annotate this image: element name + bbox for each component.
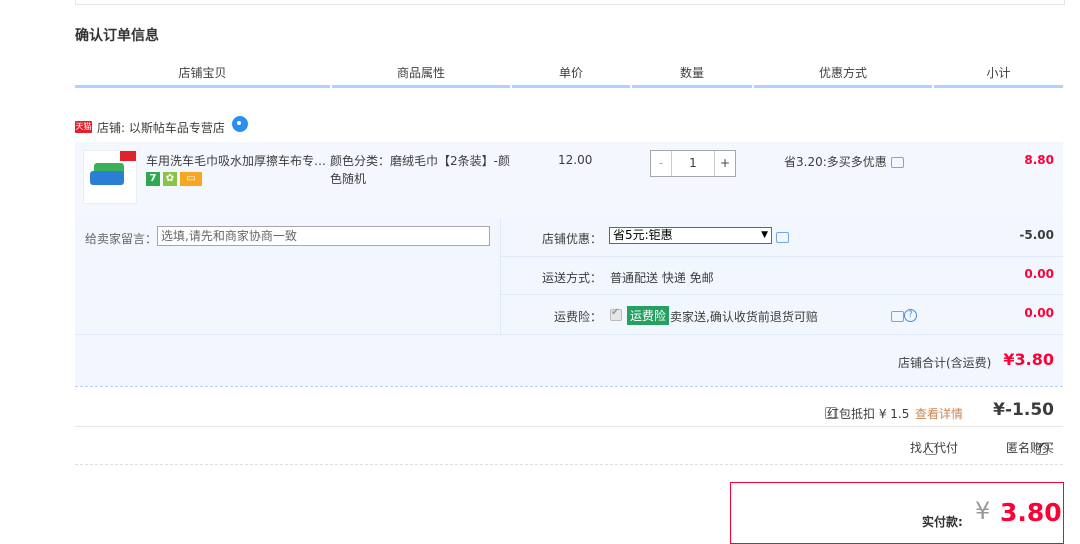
shop-total-label: 店铺合计(含运费) bbox=[898, 356, 992, 370]
towel-image-blue bbox=[90, 171, 124, 185]
insurance-chat-icon[interactable] bbox=[891, 311, 904, 322]
shop-discount-selected: 省5元:钜惠 bbox=[613, 228, 673, 242]
panel-divider bbox=[500, 218, 501, 334]
row-divider bbox=[75, 334, 1063, 335]
insurance-amount: 0.00 bbox=[1024, 306, 1054, 320]
item-attribute: 颜色分类：磨绒毛巾【2条装】-颜色随机 bbox=[330, 154, 510, 186]
header-underline bbox=[75, 85, 1063, 88]
header-gap bbox=[330, 85, 332, 88]
service-guarantee-icon[interactable]: ✿ bbox=[163, 172, 177, 186]
shop-total-amount: ¥3.80 bbox=[1003, 350, 1054, 369]
proxy-pay-label[interactable]: 找人代付 bbox=[910, 439, 958, 456]
header-gap bbox=[932, 85, 934, 88]
section-divider bbox=[75, 464, 1063, 466]
item-subtotal: 8.80 bbox=[1024, 153, 1054, 167]
quantity-stepper: - 1 + bbox=[650, 150, 736, 177]
help-icon[interactable]: ? bbox=[904, 309, 917, 322]
shipping-method: 普通配送 快递 免邮 bbox=[610, 271, 714, 285]
shipping-label: 运送方式： bbox=[542, 271, 603, 285]
shop-discount-amount: -5.00 bbox=[1019, 228, 1054, 242]
promo-flag-icon bbox=[120, 151, 136, 161]
unit-price: 12.00 bbox=[558, 153, 593, 167]
header-gap bbox=[510, 85, 512, 88]
tmall-badge: 天猫 bbox=[75, 121, 92, 133]
section-divider bbox=[75, 426, 1063, 427]
red-packet-amount: ¥-1.50 bbox=[993, 400, 1054, 420]
insurance-checkbox bbox=[610, 307, 622, 321]
final-currency: ¥ bbox=[975, 497, 991, 525]
promo-text: 省3.20:多买多优惠 bbox=[784, 155, 887, 169]
quantity-increase-button[interactable]: + bbox=[714, 151, 735, 176]
quantity-input[interactable]: 1 bbox=[673, 151, 713, 176]
dropdown-arrow-icon: ▼ bbox=[761, 230, 768, 240]
discount-info-icon[interactable] bbox=[776, 232, 789, 243]
message-label: 给卖家留言： bbox=[85, 232, 158, 246]
shop-discount-label: 店铺优惠： bbox=[542, 232, 603, 246]
insurance-tag: 运费险 bbox=[627, 306, 670, 325]
item-promo: 省3.20:多买多优惠 bbox=[784, 153, 904, 170]
item-name-link[interactable]: 车用洗车毛巾吸水加厚擦车布专用... bbox=[146, 152, 328, 169]
anonymous-label[interactable]: 匿名购买 bbox=[1006, 439, 1054, 456]
header-gap bbox=[630, 85, 632, 88]
shop-name[interactable]: 店铺: 以斯帖车品专营店 bbox=[97, 119, 225, 136]
item-thumbnail[interactable] bbox=[83, 150, 137, 204]
total-divider bbox=[75, 386, 1063, 388]
insurance-desc: 卖家送,确认收货前退货可赔 bbox=[670, 310, 818, 324]
quantity-decrease-button[interactable]: - bbox=[651, 151, 672, 176]
row-divider bbox=[500, 256, 1063, 257]
final-amount: 3.80 bbox=[1000, 498, 1062, 527]
shipping-amount: 0.00 bbox=[1024, 267, 1054, 281]
page-title: 确认订单信息 bbox=[75, 28, 159, 44]
wangwang-chat-icon[interactable] bbox=[232, 116, 248, 132]
final-label: 实付款: bbox=[922, 515, 963, 529]
top-box-remnant bbox=[75, 0, 1065, 5]
red-packet-label: 红包抵扣 ¥ 1.5 bbox=[827, 407, 910, 421]
red-packet-details-link[interactable]: 查看详情 bbox=[915, 405, 963, 422]
header-gap bbox=[752, 85, 754, 88]
promo-info-icon[interactable] bbox=[890, 157, 904, 168]
insurance-label: 运费险： bbox=[554, 310, 603, 324]
row-divider bbox=[500, 294, 1063, 295]
seven-day-return-icon[interactable]: 7 bbox=[146, 172, 160, 186]
service-badges: 7 ✿ ▭ bbox=[146, 172, 205, 186]
shop-discount-select[interactable]: 省5元:钜惠 ▼ bbox=[609, 227, 772, 244]
message-input[interactable]: 选填,请先和商家协商一致 bbox=[157, 226, 490, 246]
credit-card-icon[interactable]: ▭ bbox=[180, 172, 202, 186]
